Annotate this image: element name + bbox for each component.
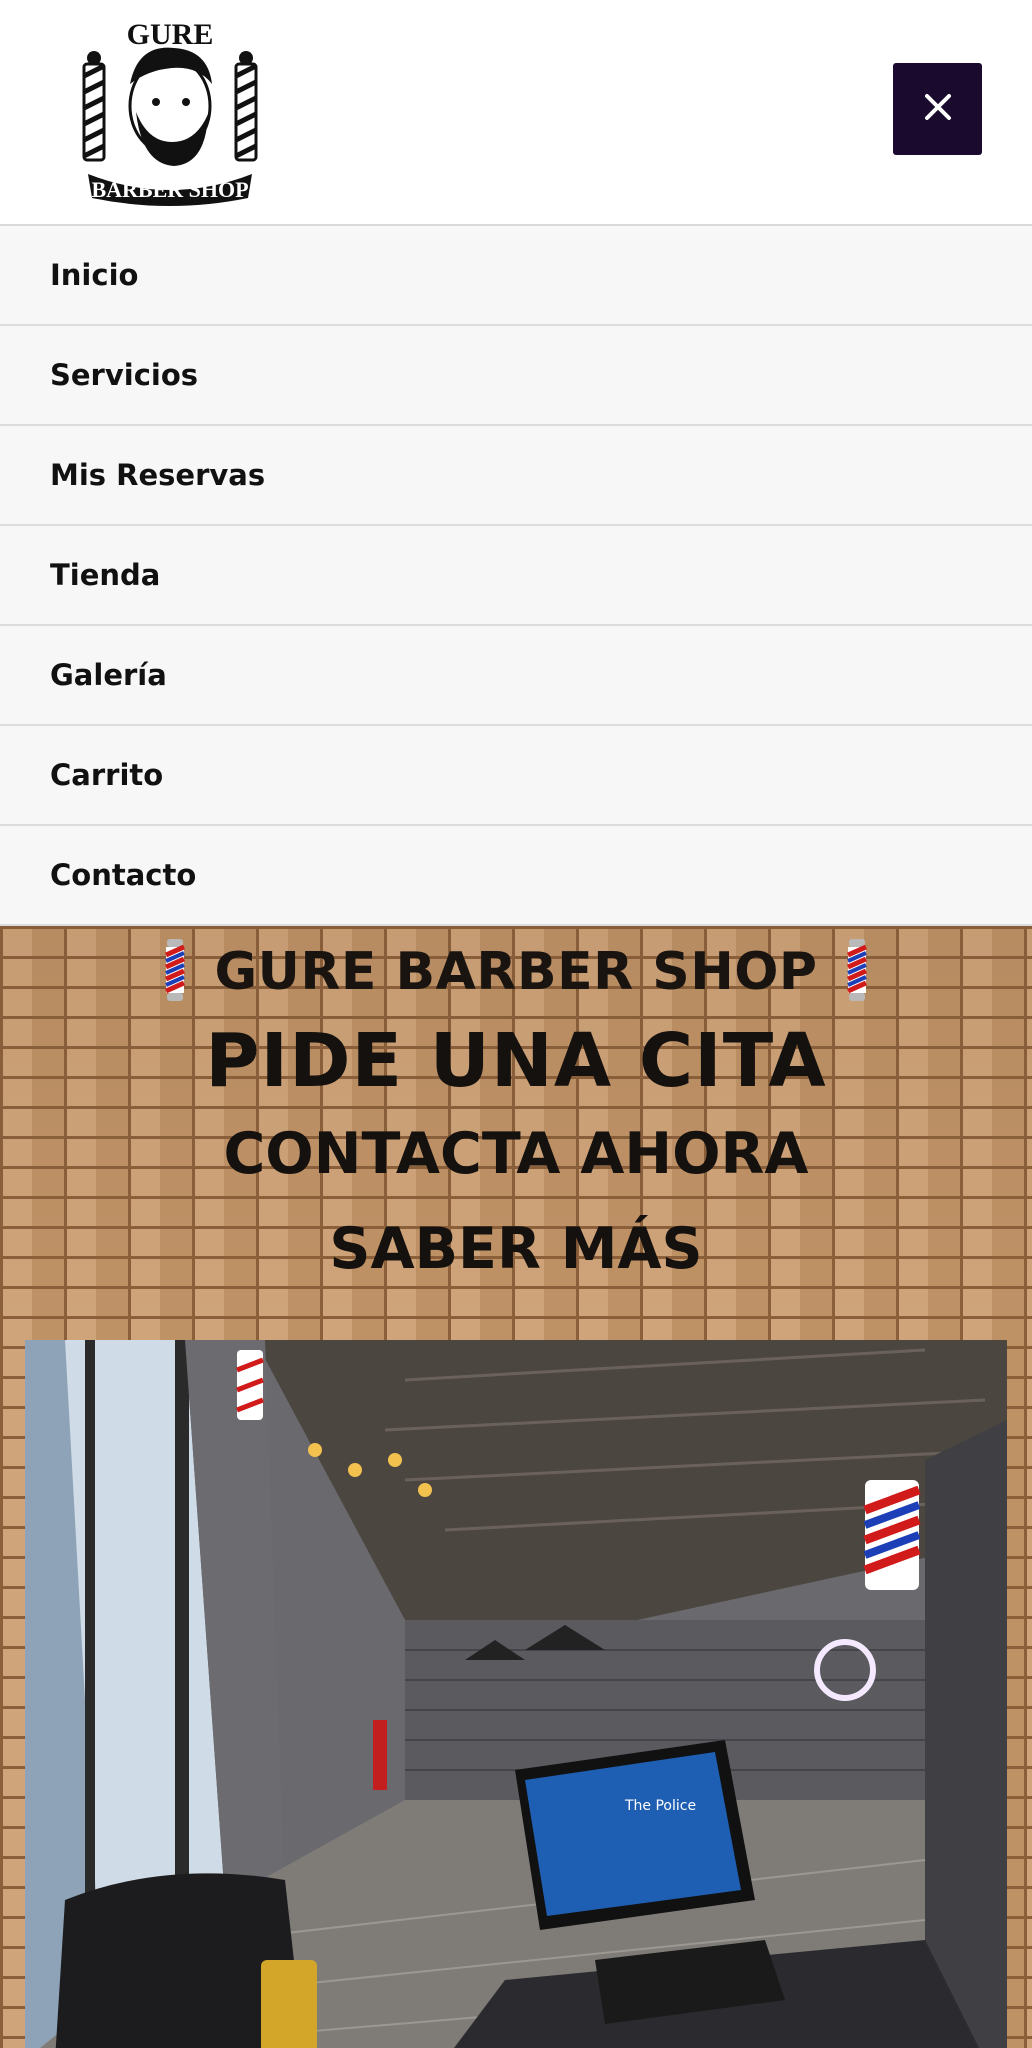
logo-top-text: GURE bbox=[127, 18, 214, 51]
nav-item-label: Mis Reservas bbox=[50, 458, 266, 492]
book-appointment-link[interactable]: PIDE UNA CITA bbox=[0, 1018, 1032, 1104]
nav-item-label: Tienda bbox=[50, 558, 161, 592]
nav-item-label: Carrito bbox=[50, 758, 164, 792]
nav-item-carrito[interactable]: Carrito bbox=[0, 726, 1032, 826]
barber-pole-icon bbox=[158, 939, 192, 1005]
hero-title: GURE BARBER SHOP bbox=[214, 942, 818, 1002]
barber-pole-icon bbox=[840, 939, 874, 1005]
nav-item-label: Servicios bbox=[50, 358, 199, 392]
hero-title-row: GURE BARBER SHOP bbox=[0, 932, 1032, 1012]
nav-item-galeria[interactable]: Galería bbox=[0, 626, 1032, 726]
site-header: BARBER SHOP GURE bbox=[0, 0, 1032, 226]
close-icon bbox=[923, 92, 953, 126]
nav-item-label: Contacto bbox=[50, 858, 197, 892]
contact-now-link[interactable]: CONTACTA AHORA bbox=[0, 1121, 1032, 1187]
close-menu-button[interactable] bbox=[893, 63, 982, 155]
nav-item-mis-reservas[interactable]: Mis Reservas bbox=[0, 426, 1032, 526]
nav-item-servicios[interactable]: Servicios bbox=[0, 326, 1032, 426]
nav-item-label: Galería bbox=[50, 658, 167, 692]
gure-barber-shop-logo[interactable]: BARBER SHOP GURE bbox=[78, 14, 262, 208]
learn-more-link[interactable]: SABER MÁS bbox=[0, 1216, 1032, 1282]
nav-item-label: Inicio bbox=[50, 258, 139, 292]
nav-item-tienda[interactable]: Tienda bbox=[0, 526, 1032, 626]
nav-item-inicio[interactable]: Inicio bbox=[0, 226, 1032, 326]
barber-shop-interior-photo: The Police bbox=[25, 1340, 1007, 2048]
logo-bottom-text: BARBER SHOP bbox=[91, 177, 248, 202]
mobile-nav-menu: Inicio Servicios Mis Reservas Tienda Gal… bbox=[0, 226, 1032, 926]
monitor-screen-text: The Police bbox=[624, 1798, 696, 1814]
hero-section: GURE BARBER SHOP PIDE UNA CITA CONTACTA … bbox=[0, 926, 1032, 2048]
nav-item-contacto[interactable]: Contacto bbox=[0, 826, 1032, 926]
